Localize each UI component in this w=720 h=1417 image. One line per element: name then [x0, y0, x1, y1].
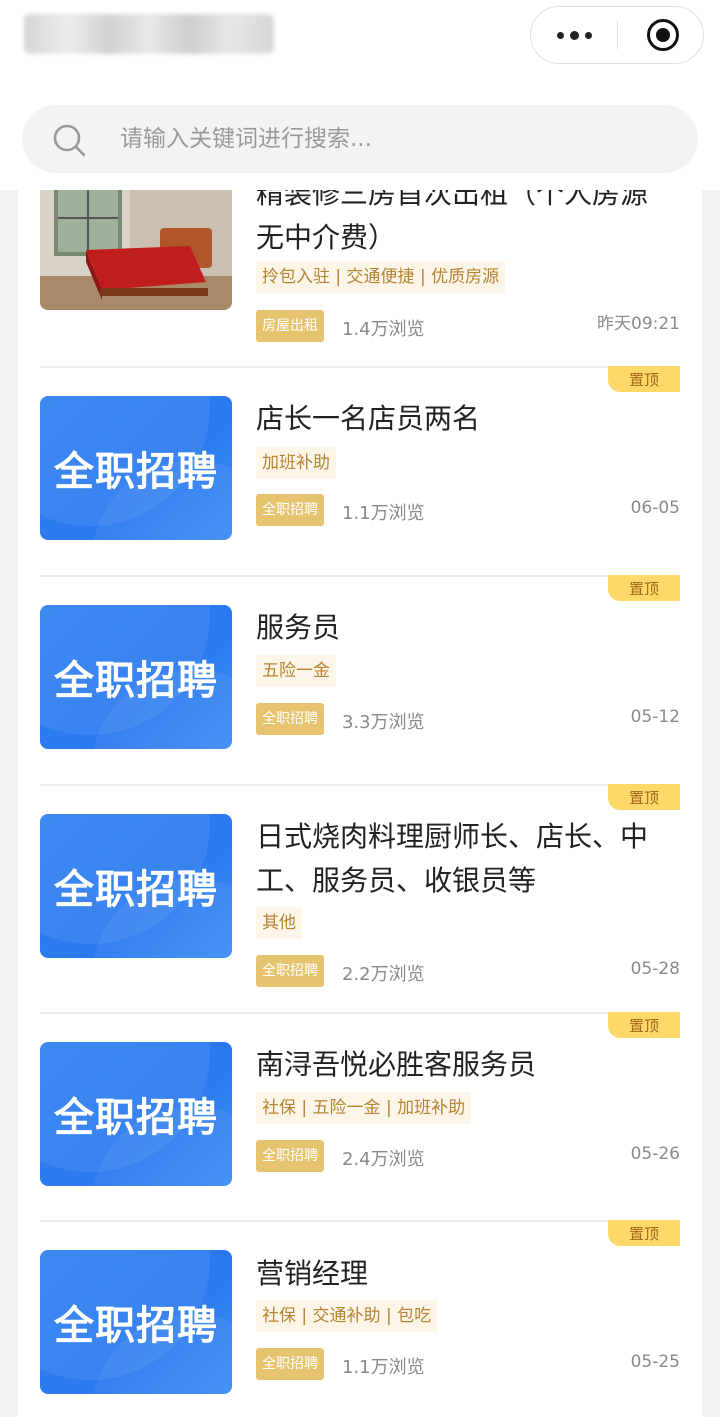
card-divider — [40, 1012, 680, 1014]
pinned-badge: 置顶 — [608, 1012, 680, 1038]
listing-tags: 社保 | 交通补助 | 包吃 — [256, 1300, 438, 1332]
listing-title-line: 无中介费） — [256, 221, 397, 254]
post-date: 05-26 — [630, 1144, 680, 1164]
more-dot-icon — [556, 31, 564, 39]
card-divider — [40, 784, 680, 786]
listing-card[interactable]: 置顶 全职招聘 服务员 五险一金 全职招聘 3.3万浏览 05-12 — [18, 575, 702, 784]
post-date: 昨天09:21 — [597, 314, 680, 334]
view-count: 3.3万浏览 — [342, 712, 425, 733]
listing-card[interactable]: 置顶 全职招聘 店长一名店员两名 加班补助 全职招聘 1.1万浏览 06-05 — [18, 366, 702, 575]
listing-tags: 加班补助 — [256, 447, 336, 479]
mini-program-capsule — [530, 6, 704, 64]
post-date: 06-05 — [630, 498, 680, 518]
listing-title[interactable]: 营销经理 — [256, 1252, 686, 1296]
listing-feed[interactable]: 精装修三房首次出租（个人房源 无中介费） 拎包入驻 | 交通便捷 | 优质房源 … — [18, 190, 702, 1417]
category-badge: 全职招聘 — [256, 1348, 324, 1380]
listing-tags: 五险一金 — [256, 655, 336, 687]
listing-title[interactable]: 精装修三房首次出租（个人房源 无中介费） — [256, 190, 686, 260]
thumbnail-text: 全职招聘 — [54, 867, 218, 913]
view-count: 1.1万浏览 — [342, 1357, 425, 1378]
post-date: 05-12 — [630, 707, 680, 727]
listing-tags: 社保 | 五险一金 | 加班补助 — [256, 1092, 472, 1124]
more-dot-icon — [584, 31, 592, 39]
listing-card[interactable]: 置顶 全职招聘 南浔吾悦必胜客服务员 社保 | 五险一金 | 加班补助 全职招聘… — [18, 1012, 702, 1220]
category-badge: 全职招聘 — [256, 494, 324, 526]
listing-tags: 拎包入驻 | 交通便捷 | 优质房源 — [256, 261, 506, 293]
listing-title-line: 精装修三房首次出租（个人房源 — [256, 190, 649, 210]
thumbnail-text: 全职招聘 — [54, 1095, 218, 1141]
post-date: 05-28 — [630, 959, 680, 979]
category-badge: 房屋出租 — [256, 310, 324, 342]
pinned-badge: 置顶 — [608, 784, 680, 810]
listing-card[interactable]: 精装修三房首次出租（个人房源 无中介费） 拎包入驻 | 交通便捷 | 优质房源 … — [18, 190, 702, 366]
category-badge: 全职招聘 — [256, 1140, 324, 1172]
listing-card[interactable]: 置顶 全职招聘 营销经理 社保 | 交通补助 | 包吃 全职招聘 1.1万浏览 … — [18, 1220, 702, 1417]
pinned-badge: 置顶 — [608, 1220, 680, 1246]
post-date: 05-25 — [630, 1352, 680, 1372]
listing-title[interactable]: 日式烧肉料理厨师长、店长、中工、服务员、收银员等 — [256, 815, 686, 903]
card-divider — [40, 1220, 680, 1222]
listing-title[interactable]: 服务员 — [256, 606, 686, 650]
thumbnail-text: 全职招聘 — [54, 449, 218, 495]
job-thumbnail: 全职招聘 — [40, 605, 232, 749]
more-dot-icon — [569, 30, 579, 40]
job-thumbnail: 全职招聘 — [40, 396, 232, 540]
close-mini-program-icon[interactable] — [647, 19, 679, 51]
card-divider — [40, 366, 680, 368]
job-thumbnail: 全职招聘 — [40, 1250, 232, 1394]
listing-title[interactable]: 店长一名店员两名 — [256, 397, 686, 441]
pinned-badge: 置顶 — [608, 575, 680, 601]
view-count: 1.1万浏览 — [342, 503, 425, 524]
card-divider — [40, 575, 680, 577]
pinned-badge: 置顶 — [608, 366, 680, 392]
view-count: 1.4万浏览 — [342, 319, 425, 340]
search-icon — [53, 124, 86, 157]
capsule-divider — [617, 21, 618, 49]
listing-tags: 其他 — [256, 907, 302, 939]
thumbnail-text: 全职招聘 — [54, 1303, 218, 1349]
search-bar[interactable] — [22, 105, 698, 173]
listing-title[interactable]: 南浔吾悦必胜客服务员 — [256, 1043, 686, 1087]
listing-card[interactable]: 置顶 全职招聘 日式烧肉料理厨师长、店长、中工、服务员、收银员等 其他 全职招聘… — [18, 784, 702, 1012]
bedroom-photo — [40, 190, 232, 310]
category-badge: 全职招聘 — [256, 703, 324, 735]
blurred-page-title — [24, 14, 274, 54]
view-count: 2.2万浏览 — [342, 964, 425, 985]
search-input[interactable] — [120, 105, 680, 173]
more-menu-button[interactable] — [531, 7, 617, 63]
job-thumbnail: 全职招聘 — [40, 814, 232, 958]
view-count: 2.4万浏览 — [342, 1149, 425, 1170]
thumbnail-text: 全职招聘 — [54, 658, 218, 704]
top-bar — [0, 0, 720, 190]
job-thumbnail: 全职招聘 — [40, 1042, 232, 1186]
bedroom-image — [40, 190, 232, 310]
category-badge: 全职招聘 — [256, 955, 324, 987]
